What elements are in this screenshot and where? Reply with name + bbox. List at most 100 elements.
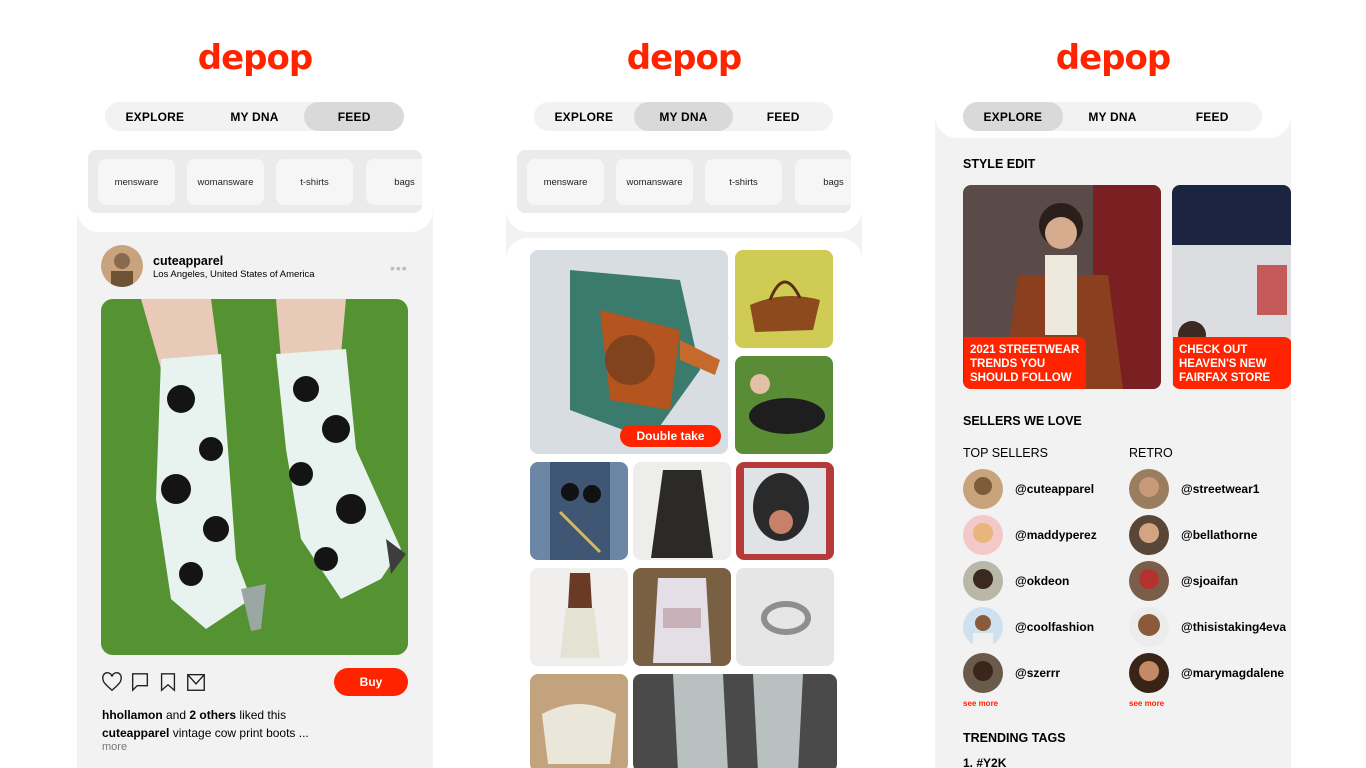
post-actions — [101, 670, 207, 696]
tab-my-dna[interactable]: MY DNA — [1063, 102, 1163, 131]
post-username[interactable]: cuteapparel — [153, 254, 223, 268]
likes-others[interactable]: 2 others — [189, 708, 236, 722]
likes-suffix: liked this — [236, 708, 287, 722]
user-avatar[interactable] — [101, 245, 143, 287]
caption-user[interactable]: cuteapparel — [102, 726, 169, 740]
caption-text: vintage cow print boots ... — [169, 726, 309, 740]
product-tile-dress[interactable] — [530, 250, 728, 454]
seller-handle: @bellathorne — [1181, 528, 1258, 542]
product-tile-purse[interactable] — [530, 674, 628, 768]
seller-handle: @szerrr — [1015, 666, 1061, 680]
product-tile-bag[interactable] — [735, 250, 833, 348]
seller-avatar — [963, 607, 1003, 647]
buy-button[interactable]: Buy — [334, 668, 408, 696]
tab-bar: EXPLORE MY DNA FEED — [105, 102, 405, 131]
category-chip-tshirts[interactable]: t-shirts — [705, 159, 782, 205]
category-chip-bags[interactable]: bags — [795, 159, 851, 205]
product-grid — [506, 238, 862, 768]
tab-feed[interactable]: FEED — [733, 102, 833, 131]
depop-logo[interactable]: depop — [935, 38, 1291, 78]
product-tile-magazine[interactable] — [736, 462, 834, 560]
tab-explore[interactable]: EXPLORE — [105, 102, 205, 131]
share-icon[interactable] — [185, 670, 207, 694]
category-chip-womansware[interactable]: womansware — [187, 159, 264, 205]
category-chip-mensware[interactable]: mensware — [527, 159, 604, 205]
product-tile-ring[interactable] — [736, 568, 834, 666]
seller-avatar — [1129, 515, 1169, 555]
style-card-heaven[interactable]: CHECK OUT HEAVEN'S NEW FAIRFAX STORE — [1172, 185, 1291, 389]
tab-feed[interactable]: FEED — [1162, 102, 1262, 131]
seller-maddyperez[interactable]: @maddyperez — [963, 515, 1097, 555]
top-sellers-title: TOP SELLERS — [963, 446, 1048, 460]
category-chip-womansware[interactable]: womansware — [616, 159, 693, 205]
seller-thisistaking4eva[interactable]: @thisistaking4eva — [1129, 607, 1286, 647]
seller-handle: @okdeon — [1015, 574, 1070, 588]
product-tile-sunglasses[interactable] — [530, 462, 628, 560]
seller-avatar — [963, 561, 1003, 601]
seller-avatar — [1129, 561, 1169, 601]
tab-my-dna[interactable]: MY DNA — [633, 102, 734, 131]
depop-logo[interactable]: depop — [506, 38, 862, 78]
depop-logo[interactable]: depop — [77, 38, 433, 78]
product-tile-sandals[interactable] — [735, 356, 833, 454]
category-strip: mensware womansware t-shirts bags — [517, 150, 851, 213]
tab-bar: EXPLORE MY DNA FEED — [534, 102, 833, 131]
explore-screen: depop EXPLORE MY DNA FEED STYLE EDIT 202… — [935, 0, 1291, 768]
seller-avatar — [1129, 653, 1169, 693]
seller-handle: @marymagdalene — [1181, 666, 1285, 680]
tab-bar: EXPLORE MY DNA FEED — [963, 102, 1262, 131]
retro-title: RETRO — [1129, 446, 1173, 460]
caption-more-link[interactable]: more — [102, 741, 127, 753]
explore-header: depop EXPLORE MY DNA FEED — [935, 0, 1291, 138]
seller-szerrr[interactable]: @szerrr — [963, 653, 1060, 693]
likes-user[interactable]: hhollamon — [102, 708, 163, 722]
seller-avatar — [963, 469, 1003, 509]
post-location: Los Angeles, United States of America — [153, 269, 315, 280]
retro-see-more[interactable]: see more — [1129, 699, 1164, 708]
seller-avatar — [963, 653, 1003, 693]
category-strip: mensware womansware t-shirts bags — [88, 150, 422, 213]
seller-handle: @maddyperez — [1015, 528, 1097, 542]
tab-feed[interactable]: FEED — [304, 102, 405, 131]
top-sellers-see-more[interactable]: see more — [963, 699, 998, 708]
tab-explore[interactable]: EXPLORE — [963, 102, 1063, 131]
feed-screen: depop EXPLORE MY DNA FEED mensware woman… — [77, 0, 433, 768]
sellers-we-love-title: SELLERS WE LOVE — [963, 414, 1082, 428]
category-chip-tshirts[interactable]: t-shirts — [276, 159, 353, 205]
seller-handle: @sjoaifan — [1181, 574, 1239, 588]
double-take-button[interactable]: Double take — [620, 425, 721, 447]
seller-avatar — [963, 515, 1003, 555]
seller-streetwear1[interactable]: @streetwear1 — [1129, 469, 1259, 509]
seller-handle: @thisistaking4eva — [1181, 620, 1287, 634]
seller-avatar — [1129, 607, 1169, 647]
seller-sjoaifan[interactable]: @sjoaifan — [1129, 561, 1238, 601]
my-dna-screen: depop EXPLORE MY DNA FEED mensware woman… — [506, 0, 862, 768]
product-tile-top[interactable] — [633, 568, 731, 666]
style-card-label: CHECK OUT HEAVEN'S NEW FAIRFAX STORE — [1173, 337, 1291, 389]
style-card-streetwear[interactable]: 2021 STREETWEAR TRENDS YOU SHOULD FOLLOW — [963, 185, 1161, 389]
heart-icon[interactable] — [101, 670, 123, 694]
style-card-label: 2021 STREETWEAR TRENDS YOU SHOULD FOLLOW — [964, 337, 1086, 389]
dna-header: depop EXPLORE MY DNA FEED mensware woman… — [506, 0, 862, 232]
category-chip-bags[interactable]: bags — [366, 159, 422, 205]
more-options-icon[interactable]: ••• — [390, 260, 408, 276]
seller-marymagdalene[interactable]: @marymagdalene — [1129, 653, 1284, 693]
comment-icon[interactable] — [129, 670, 151, 694]
post-image[interactable] — [101, 299, 408, 655]
feed-header: depop EXPLORE MY DNA FEED mensware woman… — [77, 0, 433, 232]
product-tile-skirt[interactable] — [530, 568, 628, 666]
trending-tag-item[interactable]: 1. #Y2K — [963, 756, 1006, 768]
bookmark-icon[interactable] — [157, 670, 179, 694]
feed-post: cuteapparel Los Angeles, United States o… — [77, 232, 433, 768]
tab-explore[interactable]: EXPLORE — [534, 102, 634, 131]
seller-bellathorne[interactable]: @bellathorne — [1129, 515, 1257, 555]
product-tile-coat[interactable] — [633, 462, 731, 560]
seller-cuteapparel[interactable]: @cuteapparel — [963, 469, 1094, 509]
tab-my-dna[interactable]: MY DNA — [205, 102, 305, 131]
style-edit-title: STYLE EDIT — [963, 157, 1036, 171]
seller-okdeon[interactable]: @okdeon — [963, 561, 1069, 601]
seller-coolfashion[interactable]: @coolfashion — [963, 607, 1094, 647]
category-chip-mensware[interactable]: mensware — [98, 159, 175, 205]
trending-tags-title: TRENDING TAGS — [963, 731, 1066, 745]
product-tile-boots[interactable] — [633, 674, 837, 768]
